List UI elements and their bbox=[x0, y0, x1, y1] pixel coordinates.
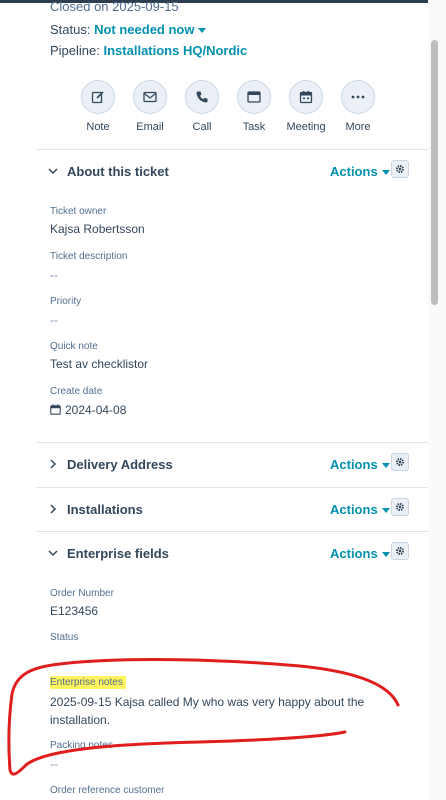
gear-icon bbox=[396, 458, 404, 466]
task-icon bbox=[237, 80, 271, 114]
order-number-value[interactable]: E123456 bbox=[50, 604, 98, 618]
ticket-description-label: Ticket description bbox=[50, 251, 128, 262]
enterprise-section-header[interactable]: Enterprise fields Actions bbox=[36, 532, 428, 576]
packing-notes-value[interactable]: -- bbox=[50, 757, 58, 771]
quick-note-value[interactable]: Test av checklistor bbox=[50, 357, 148, 371]
email-label: Email bbox=[136, 121, 164, 133]
more-icon bbox=[341, 80, 375, 114]
create-date-label: Create date bbox=[50, 386, 103, 397]
delivery-settings-button[interactable] bbox=[391, 453, 409, 471]
installations-section-title: Installations bbox=[67, 502, 143, 517]
actions-label: Actions bbox=[330, 546, 378, 561]
gear-icon bbox=[396, 547, 404, 555]
status-value: Not needed now bbox=[94, 22, 195, 37]
scrollbar-thumb[interactable] bbox=[431, 40, 438, 305]
ticket-owner-label: Ticket owner bbox=[50, 206, 107, 217]
enterprise-settings-button[interactable] bbox=[391, 542, 409, 560]
more-button[interactable]: More bbox=[340, 80, 376, 133]
pipeline-link[interactable]: Installations HQ/Nordic bbox=[104, 43, 248, 58]
status-field-label: Status bbox=[50, 632, 79, 643]
calendar-icon bbox=[289, 80, 323, 114]
calendar-icon bbox=[50, 404, 61, 415]
create-date-value: 2024-04-08 bbox=[65, 403, 127, 417]
enterprise-notes-label: Enterprise notes bbox=[50, 676, 126, 689]
chevron-right-icon bbox=[50, 504, 57, 514]
note-button[interactable]: Note bbox=[80, 80, 116, 133]
task-button[interactable]: Task bbox=[236, 80, 272, 133]
status-row: Status: Not needed now bbox=[50, 22, 207, 37]
create-date-field[interactable]: 2024-04-08 bbox=[50, 403, 126, 417]
delivery-actions-dropdown[interactable]: Actions bbox=[330, 457, 390, 472]
order-reference-customer-label: Order reference customer bbox=[50, 785, 165, 796]
status-dropdown[interactable]: Not needed now bbox=[94, 22, 207, 37]
installations-settings-button[interactable] bbox=[391, 498, 409, 516]
about-section-title: About this ticket bbox=[67, 164, 169, 179]
meeting-button[interactable]: Meeting bbox=[286, 80, 326, 133]
enterprise-actions-dropdown[interactable]: Actions bbox=[330, 546, 390, 561]
closed-on-text: Closed on 2025-09-15 bbox=[50, 0, 179, 14]
note-label: Note bbox=[86, 121, 110, 133]
quick-note-label: Quick note bbox=[50, 341, 98, 352]
email-button[interactable]: Email bbox=[132, 80, 168, 133]
gear-icon bbox=[396, 503, 404, 511]
phone-icon bbox=[185, 80, 219, 114]
actions-label: Actions bbox=[330, 457, 378, 472]
order-number-label: Order Number bbox=[50, 588, 114, 599]
gear-icon bbox=[396, 165, 404, 173]
about-actions-dropdown[interactable]: Actions bbox=[330, 164, 390, 179]
enterprise-section-title: Enterprise fields bbox=[67, 546, 169, 561]
note-icon bbox=[81, 80, 115, 114]
pipeline-label: Pipeline: bbox=[50, 43, 100, 58]
packing-notes-label: Packing notes bbox=[50, 740, 113, 751]
caret-down-icon bbox=[198, 28, 207, 34]
about-settings-button[interactable] bbox=[391, 160, 409, 178]
chevron-down-icon bbox=[48, 168, 58, 175]
activity-actions: Note Email Call Task Meeting More bbox=[80, 80, 376, 133]
email-icon bbox=[133, 80, 167, 114]
caret-down-icon bbox=[381, 463, 390, 469]
ticket-owner-value[interactable]: Kajsa Robertsson bbox=[50, 222, 145, 236]
pipeline-row: Pipeline: Installations HQ/Nordic bbox=[50, 43, 247, 58]
delivery-section-header[interactable]: Delivery Address Actions bbox=[36, 443, 428, 487]
caret-down-icon bbox=[381, 552, 390, 558]
actions-label: Actions bbox=[330, 502, 378, 517]
task-label: Task bbox=[242, 121, 266, 133]
meeting-label: Meeting bbox=[286, 121, 326, 133]
caret-down-icon bbox=[381, 170, 390, 176]
installations-actions-dropdown[interactable]: Actions bbox=[330, 502, 390, 517]
call-label: Call bbox=[192, 121, 212, 133]
ticket-sidebar-panel: Closed on 2025-09-15 Status: Not needed … bbox=[36, 0, 428, 800]
actions-label: Actions bbox=[330, 164, 378, 179]
chevron-down-icon bbox=[48, 550, 58, 557]
priority-label: Priority bbox=[50, 296, 82, 307]
about-section-header[interactable]: About this ticket Actions bbox=[36, 150, 428, 194]
ticket-description-value[interactable]: -- bbox=[50, 268, 58, 282]
status-label: Status: bbox=[50, 22, 91, 37]
call-button[interactable]: Call bbox=[184, 80, 220, 133]
caret-down-icon bbox=[381, 508, 390, 514]
more-label: More bbox=[345, 121, 371, 133]
highlight-mark: Enterprise notes bbox=[50, 676, 126, 689]
chevron-right-icon bbox=[50, 459, 57, 469]
priority-value[interactable]: -- bbox=[50, 313, 58, 327]
delivery-section-title: Delivery Address bbox=[67, 457, 173, 472]
installations-section-header[interactable]: Installations Actions bbox=[36, 488, 428, 532]
enterprise-notes-value[interactable]: 2025-09-15 Kajsa called My who was very … bbox=[50, 693, 375, 729]
